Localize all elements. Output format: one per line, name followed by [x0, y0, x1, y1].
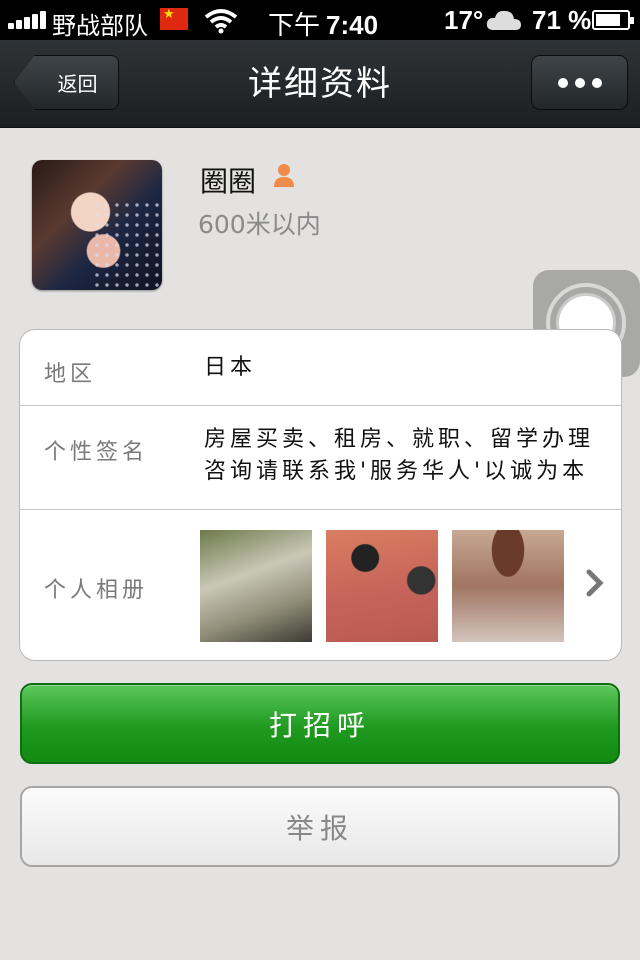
clock: 下午 7:40 — [268, 10, 379, 41]
china-flag-icon — [160, 6, 188, 30]
signature-label: 个性签名 — [44, 440, 149, 465]
battery-icon — [592, 10, 634, 30]
greet-button[interactable]: 打招呼 — [20, 683, 620, 764]
carrier-name: 野战部队 — [52, 12, 148, 40]
battery-percentage: 71 % — [532, 5, 592, 35]
album-photo[interactable] — [452, 530, 564, 642]
distance-text: 600米以内 — [198, 210, 321, 239]
album-label: 个人相册 — [44, 578, 149, 603]
back-button[interactable]: 返回 — [14, 55, 119, 110]
status-bar: 野战部队 下午7:40 17° 71 % — [0, 0, 640, 41]
signature-value: 房屋买卖、租房、就职、留学办理咨询请联系我'服务华人'以诚为本 — [204, 427, 595, 484]
region-row: 地区 日本 — [20, 330, 621, 406]
signature-row: 个性签名 房屋买卖、租房、就职、留学办理咨询请联系我'服务华人'以诚为本 — [20, 406, 621, 510]
more-options-button[interactable] — [531, 55, 628, 110]
cloud-icon — [486, 10, 521, 30]
female-person-icon — [274, 164, 294, 187]
details-card: 地区 日本 个性签名 房屋买卖、租房、就职、留学办理咨询请联系我'服务华人'以诚… — [19, 329, 622, 661]
report-button[interactable]: 举报 — [20, 786, 620, 867]
region-label: 地区 — [44, 362, 97, 387]
user-name: 圈圈 — [200, 165, 257, 198]
chevron-right-icon — [586, 569, 604, 597]
album-photo[interactable] — [326, 530, 438, 642]
region-value: 日本 — [204, 355, 257, 380]
temperature: 17° — [444, 5, 484, 35]
navigation-bar: 详细资料 返回 — [0, 40, 640, 128]
ellipsis-icon — [557, 77, 568, 88]
wifi-icon — [204, 9, 238, 34]
avatar[interactable] — [32, 160, 162, 290]
signal-strength-icon — [8, 11, 48, 29]
album-photo[interactable] — [200, 530, 312, 642]
album-row[interactable]: 个人相册 — [20, 510, 621, 660]
